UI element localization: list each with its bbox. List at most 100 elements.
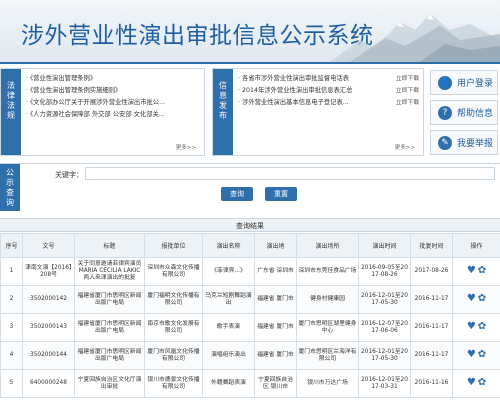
like-icon[interactable]: ✿ xyxy=(478,322,486,332)
table-row: 4 3502000144 福建省厦门市思明区新闻出版广电局 厦门市风凰文化传播有限公司… xyxy=(0,341,500,370)
table-cell: 3 xyxy=(0,313,23,342)
info-panel: 信 息 发 布 · 各省市涉外营业性演出审批监督电话表 立即下载 · 2014年涉外营… xyxy=(212,68,424,156)
favorite-icon[interactable]: ♥ xyxy=(467,350,476,360)
page-title: 涉外营业性演出审批信息公示系统 xyxy=(21,23,374,49)
table-cell: 2016-09-05至2017-08-26 xyxy=(358,257,411,286)
keyword-label: 关键字： xyxy=(55,171,83,179)
table-cell: 厦门市思明区兰海洋有限公司 xyxy=(296,341,359,370)
list-item[interactable]: · 《营业性演出管理条例》 xyxy=(26,73,200,85)
list-item[interactable]: · 《营业性演出管理条例实施细则》 xyxy=(26,85,200,97)
table-cell: 歌手表演 xyxy=(202,313,255,342)
laws-side-label: 法 律 法 规 xyxy=(1,69,21,155)
table-cell: 深圳市东莞佳食品广场 xyxy=(296,257,359,286)
list-item[interactable]: · 《人力资源社会保障部 外交部 公安部 文化部关... xyxy=(26,109,200,121)
table-cell: 厦门福明文化传播有限公司 xyxy=(144,285,203,314)
column-header: 演出地 xyxy=(254,233,297,258)
table-row: 3 3502000143 福建省厦门市思明区新闻出版广电局 南京市歌文化发展有限公司歌… xyxy=(0,313,500,342)
column-header: 报批单位 xyxy=(144,233,203,258)
table-cell: 福建省厦门市思明区新闻出版广电局 xyxy=(74,313,145,342)
table-cell: 关于同意邀请菲律宾演员MARIA CECILIA LAKIC 两人来津演出的批复 xyxy=(74,257,145,286)
table-cell: 2016-11-16 xyxy=(410,369,453,398)
table-cell: 2016-11-17 xyxy=(410,341,453,370)
like-icon[interactable]: ✿ xyxy=(478,266,486,276)
table-cell: 2017-08-26 xyxy=(410,257,453,286)
table-row: 5 6400000248 宁夏回族自治区文化厅演出审批 银川市德景文化传播有限公司 外籍… xyxy=(0,369,500,398)
column-header: 演出名称 xyxy=(202,233,255,258)
table-cell: 厦门市思明区湖里健身中心 xyxy=(296,313,359,342)
query-panel: 公 示 查 询 关键字： 查询 重置 xyxy=(0,163,500,211)
row-actions: ♥ ✿ xyxy=(452,369,500,398)
table-cell: 广东省 深圳市 xyxy=(254,257,297,286)
table-cell: 福建省 厦门市 xyxy=(254,313,297,342)
download-link[interactable]: 立即下载 xyxy=(396,73,419,85)
query-side-label: 公 示 查 询 xyxy=(0,164,20,211)
like-icon[interactable]: ✿ xyxy=(478,378,486,388)
column-header: 演出场所 xyxy=(296,233,359,258)
download-link[interactable]: 立即下载 xyxy=(396,97,419,109)
list-item[interactable]: · 2014年涉外营业性演出审批信息表汇总 立即下载 xyxy=(238,85,419,97)
table-cell: 2 xyxy=(0,285,23,314)
column-header: 标题 xyxy=(74,233,145,258)
table-cell: 演唱组乐演出 xyxy=(202,341,255,370)
list-item[interactable]: · 涉外营业性演出基本信息电子登记表... 立即下载 xyxy=(238,97,419,109)
help-icon: ? xyxy=(438,105,452,120)
report-button[interactable]: ✎ 我要举报 xyxy=(430,130,498,155)
list-item[interactable]: · 《文化部办公厅关于开展涉外营业性演出市批公... xyxy=(26,97,200,109)
mountain-landscape xyxy=(330,14,500,62)
table-cell: 6400000248 xyxy=(22,369,75,398)
row-actions: ♥ ✿ xyxy=(452,285,500,314)
table-cell: 宁夏回族自治区 银川市 xyxy=(254,369,297,398)
download-link[interactable]: 立即下载 xyxy=(396,85,419,97)
table-cell: 银川市万达广场 xyxy=(296,369,359,398)
column-header: 文号 xyxy=(22,233,75,258)
keyword-input[interactable] xyxy=(85,167,495,180)
login-button[interactable]: 👤 用户登录 xyxy=(430,70,498,95)
favorite-icon[interactable]: ♥ xyxy=(467,266,476,276)
row-actions: ♥ ✿ xyxy=(452,341,500,370)
table-cell: 厦门市风凰文化传播有限公司 xyxy=(144,341,203,370)
laws-more-link[interactable]: 更多>> xyxy=(176,143,196,151)
laws-panel: 法 律 法 规 · 《营业性演出管理条例》 · 《营业性演出管理条例实施细则》 · 《… xyxy=(0,68,205,156)
table-cell: 2016-12-07至2017-06-06 xyxy=(358,313,411,342)
table-cell: 2016-11-17 xyxy=(410,285,453,314)
column-header: 演出时间 xyxy=(358,233,411,258)
favorite-icon[interactable]: ♥ xyxy=(467,294,476,304)
search-button[interactable]: 查询 xyxy=(221,187,253,201)
info-more-link[interactable]: 更多>> xyxy=(395,143,415,151)
results-body: 1 津南文演【2016】208号 关于同意邀请菲律宾演员MARIA CECILIA … xyxy=(0,257,500,398)
user-icon: 👤 xyxy=(438,75,452,90)
laws-list: · 《营业性演出管理条例》 · 《营业性演出管理条例实施细则》 · 《文化部办公厅关于… xyxy=(26,73,200,121)
like-icon[interactable]: ✿ xyxy=(478,350,486,360)
table-cell: 福建省厦门市思明区新闻出版广电局 xyxy=(74,341,145,370)
table-header-row: 序号 文号 标题 报批单位 演出名称 演出地 演出场所 演出时间 批复时间 操作 xyxy=(0,233,500,258)
like-icon[interactable]: ✿ xyxy=(478,294,486,304)
table-cell: 1 xyxy=(0,257,23,286)
list-item[interactable]: · 各省市涉外营业性演出审批监督电话表 立即下载 xyxy=(238,73,419,85)
table-cell: 福建省厦门市思明区新闻出版广电局 xyxy=(74,285,145,314)
table-cell: 3502000143 xyxy=(22,313,75,342)
info-side-label: 信 息 发 布 xyxy=(213,69,233,155)
column-header: 操作 xyxy=(452,233,500,258)
table-cell: 3502000142 xyxy=(22,285,75,314)
results-table: 序号 文号 标题 报批单位 演出名称 演出地 演出场所 演出时间 批复时间 操作… xyxy=(0,233,500,398)
table-cell: 福建省 厦门市 xyxy=(254,285,297,314)
help-button[interactable]: ? 帮助信息 xyxy=(430,100,498,125)
table-row: 1 津南文演【2016】208号 关于同意邀请菲律宾演员MARIA CECILIA … xyxy=(0,257,500,286)
table-row: 2 3502000142 福建省厦门市思明区新闻出版广电局 厦门福明文化传播有限公司乌… xyxy=(0,285,500,314)
table-cell: 宁夏回族自治区文化厅演出审批 xyxy=(74,369,145,398)
table-cell: 乌克兰短剧舞蹈演出 xyxy=(202,285,255,314)
table-cell: 福建省 厦门市 xyxy=(254,341,297,370)
table-cell: 外籍舞蹈表演 xyxy=(202,369,255,398)
favorite-icon[interactable]: ♥ xyxy=(467,378,476,388)
table-cell: 3502000144 xyxy=(22,341,75,370)
table-cell: 5 xyxy=(0,369,23,398)
favorite-icon[interactable]: ♥ xyxy=(467,322,476,332)
table-cell: 津南文演【2016】208号 xyxy=(22,257,75,286)
reset-button[interactable]: 重置 xyxy=(265,187,297,201)
table-cell: 4 xyxy=(0,341,23,370)
table-cell: 南京市歌文化发展有限公司 xyxy=(144,313,203,342)
row-actions: ♥ ✿ xyxy=(452,313,500,342)
table-cell: 2016-12-01至2017-05-30 xyxy=(358,285,411,314)
report-icon: ✎ xyxy=(438,135,452,150)
table-cell: 2016-12-01至2017-03-31 xyxy=(358,369,411,398)
